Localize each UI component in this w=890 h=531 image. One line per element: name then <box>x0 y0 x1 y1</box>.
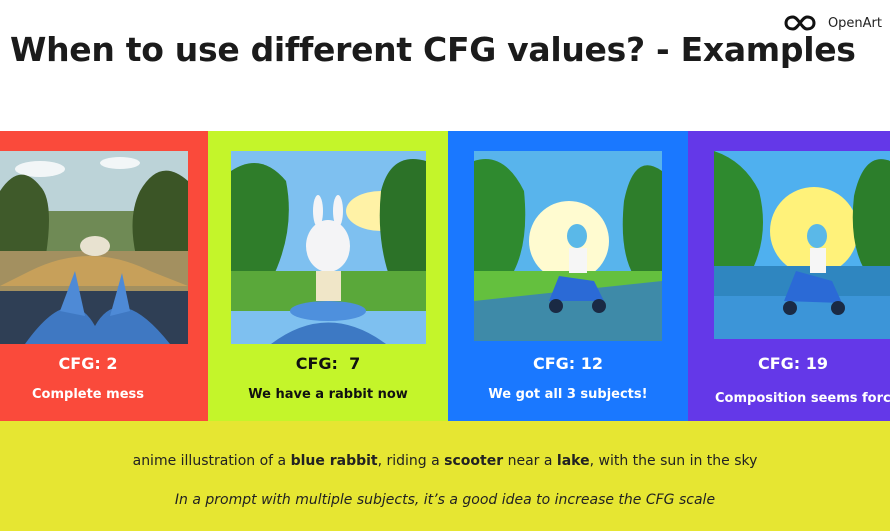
prompt-subject-rabbit: blue rabbit <box>290 453 378 469</box>
cfg-label: CFG: 2 <box>58 354 118 373</box>
prompt-text: , with the sun in the sky <box>589 453 758 469</box>
cfg-label: CFG: 12 <box>532 354 604 373</box>
example-image-cfg-19 <box>714 151 890 339</box>
panel-cfg-2: CFG: 2 Complete mess <box>0 131 208 421</box>
cfg-description: We have a rabbit now <box>248 387 408 402</box>
prompt-section: anime illustration of a blue rabbit, rid… <box>0 421 890 531</box>
prompt-subject-lake: lake <box>556 453 590 469</box>
cfg-description: Complete mess <box>32 387 144 402</box>
panel-cfg-12: CFG: 12 We got all 3 subjects! <box>448 131 688 421</box>
prompt-subject-scooter: scooter <box>444 453 504 469</box>
panel-cfg-7: CFG: 7 We have a rabbit now <box>208 131 448 421</box>
prompt-text: , riding a <box>377 453 445 469</box>
cfg-description: Composition seems force <box>715 391 890 406</box>
page-title: When to use different CFG values? - Exam… <box>10 30 856 69</box>
cfg-label: CFG: 7 <box>295 354 361 373</box>
cfg-examples: CFG: 2 Complete mess CFG: 7 We have a ra… <box>0 131 890 421</box>
example-prompt: anime illustration of a blue rabbit, rid… <box>0 453 890 469</box>
brand-name: OpenArt <box>827 15 882 31</box>
prompt-text: near a <box>503 453 557 469</box>
cfg-label: CFG: 19 <box>757 354 829 373</box>
example-image-cfg-2 <box>0 151 188 344</box>
example-image-cfg-7 <box>231 151 426 344</box>
cfg-description: We got all 3 subjects! <box>488 387 648 402</box>
cfg-tip: In a prompt with multiple subjects, it’s… <box>174 492 716 508</box>
infinity-icon <box>784 15 816 31</box>
prompt-text: anime illustration of a <box>132 453 291 469</box>
brand-logo: OpenArt <box>784 14 882 32</box>
example-image-cfg-12 <box>474 151 662 341</box>
panel-cfg-19: CFG: 19 Composition seems force <box>688 131 890 421</box>
